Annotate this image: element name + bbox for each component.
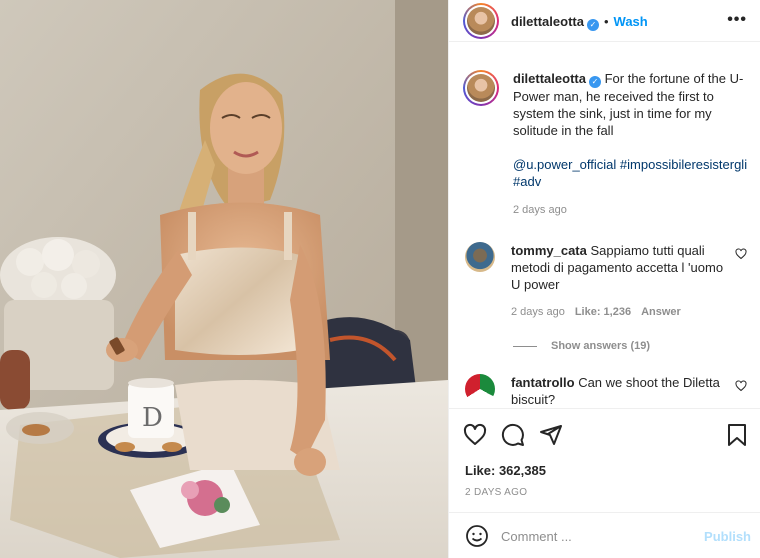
share-icon[interactable] bbox=[539, 423, 563, 447]
caption-text-block: dilettaleotta ✓ For the fortune of the U-… bbox=[513, 70, 749, 219]
commenter-avatar[interactable] bbox=[465, 374, 495, 404]
comment-meta: 2 days ago Like: 1,236 Answer bbox=[511, 306, 691, 318]
post-date[interactable]: 2 DAYS AGO bbox=[465, 487, 527, 498]
comment-composer: Publish bbox=[449, 512, 760, 558]
commenter-avatar[interactable] bbox=[465, 242, 495, 272]
header-user: dilettaleotta ✓ • Wash bbox=[511, 14, 648, 31]
author-username[interactable]: dilettaleotta bbox=[511, 14, 584, 29]
post-photo[interactable]: D bbox=[0, 0, 448, 558]
hashtag-link[interactable]: #adv bbox=[513, 174, 541, 189]
publish-button[interactable]: Publish bbox=[704, 529, 751, 544]
more-icon[interactable]: ••• bbox=[727, 12, 747, 28]
post-viewer: D dilettaleotta ✓ • Wash ••• dilettaleot… bbox=[0, 0, 760, 558]
comment-input[interactable] bbox=[501, 525, 691, 547]
post-header: dilettaleotta ✓ • Wash ••• bbox=[449, 0, 760, 42]
svg-text:D: D bbox=[142, 403, 163, 433]
hashtag-link[interactable]: #impossibileresistergli bbox=[620, 157, 747, 172]
comment-like-icon[interactable] bbox=[735, 248, 747, 260]
verified-icon: ✓ bbox=[586, 19, 599, 31]
commenter-username[interactable]: fantatrollo bbox=[511, 375, 575, 390]
mention-link[interactable]: @u.power_official bbox=[513, 157, 616, 172]
comment-item: fantatrollo Can we shoot the Diletta bis… bbox=[463, 374, 753, 404]
photo-illustration: D bbox=[0, 0, 448, 558]
heart-icon[interactable] bbox=[463, 423, 487, 447]
caption-time[interactable]: 2 days ago bbox=[513, 202, 749, 219]
comment-item: tommy_cata Sappiamo tutti quali metodi d… bbox=[463, 242, 753, 372]
caption-avatar-image bbox=[467, 74, 495, 102]
comment-icon[interactable] bbox=[501, 423, 525, 447]
follow-button[interactable]: Wash bbox=[614, 14, 648, 29]
caption-username[interactable]: dilettaleotta bbox=[513, 71, 586, 86]
post-actions: Like: 362,385 2 DAYS AGO bbox=[449, 408, 760, 512]
answer-button[interactable]: Answer bbox=[641, 306, 681, 318]
divider-line bbox=[513, 345, 537, 347]
comment-likes[interactable]: Like: 1,236 bbox=[575, 306, 631, 318]
author-avatar[interactable] bbox=[463, 3, 499, 39]
comment-text-block: fantatrollo Can we shoot the Diletta bis… bbox=[511, 374, 733, 404]
separator-dot: • bbox=[603, 14, 609, 29]
comment-text-block: tommy_cata Sappiamo tutti quali metodi d… bbox=[511, 242, 733, 293]
comment-time[interactable]: 2 days ago bbox=[511, 306, 565, 318]
caption: dilettaleotta ✓ For the fortune of the U-… bbox=[463, 70, 753, 216]
show-answers-label: Show answers (19) bbox=[551, 340, 651, 352]
caption-avatar[interactable] bbox=[463, 70, 499, 106]
likes-count[interactable]: Like: 362,385 bbox=[465, 463, 546, 478]
smile-icon[interactable] bbox=[465, 524, 489, 548]
commenter-username[interactable]: tommy_cata bbox=[511, 243, 587, 258]
verified-icon: ✓ bbox=[588, 76, 601, 88]
bookmark-icon[interactable] bbox=[725, 423, 749, 447]
post-side-panel: dilettaleotta ✓ • Wash ••• dilettaleotta ✓ F… bbox=[448, 0, 760, 558]
comments-list[interactable]: dilettaleotta ✓ For the fortune of the U-… bbox=[449, 58, 760, 404]
author-avatar-image bbox=[467, 7, 495, 35]
show-answers-button[interactable]: Show answers (19) bbox=[513, 340, 650, 352]
comment-like-icon[interactable] bbox=[735, 380, 747, 392]
